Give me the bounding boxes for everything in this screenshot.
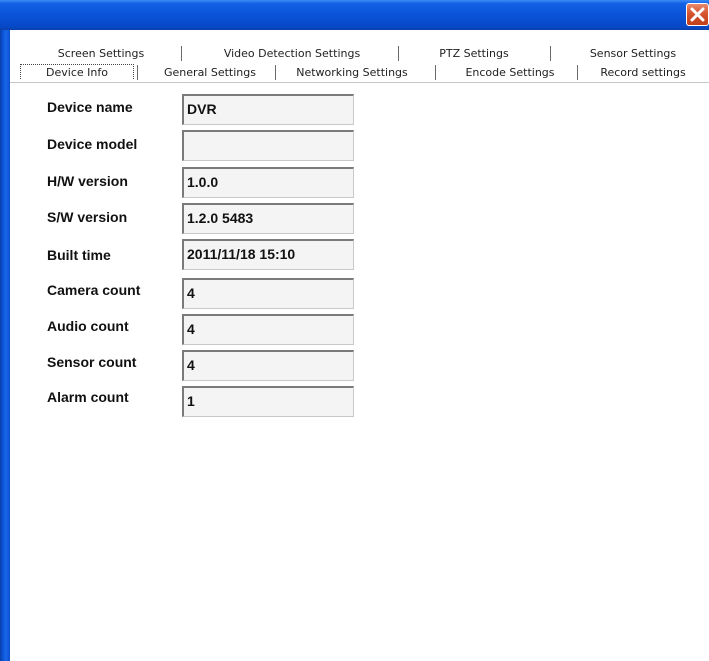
device-model-field[interactable] bbox=[182, 130, 354, 161]
built-time-label: Built time bbox=[47, 247, 111, 263]
device-name-field[interactable]: DVR bbox=[182, 94, 354, 125]
audio-count-field[interactable]: 4 bbox=[182, 314, 354, 345]
tab-separator bbox=[398, 46, 399, 61]
sw-version-label: S/W version bbox=[47, 209, 128, 225]
camera-count-field[interactable]: 4 bbox=[182, 278, 354, 309]
tab-ptz-settings[interactable]: PTZ Settings bbox=[433, 45, 515, 62]
tab-general-settings[interactable]: General Settings bbox=[155, 64, 265, 81]
alarm-count-field[interactable]: 1 bbox=[182, 386, 354, 417]
sensor-count-field[interactable]: 4 bbox=[182, 350, 354, 381]
device-model-label: Device model bbox=[47, 136, 138, 152]
camera-count-label: Camera count bbox=[47, 282, 141, 298]
close-icon bbox=[690, 7, 705, 22]
sensor-count-label: Sensor count bbox=[47, 354, 137, 370]
close-button[interactable] bbox=[686, 3, 709, 26]
hw-version-field[interactable]: 1.0.0 bbox=[182, 167, 354, 198]
built-time-field[interactable]: 2011/11/18 15:10 bbox=[182, 239, 354, 270]
tab-sensor-settings[interactable]: Sensor Settings bbox=[583, 45, 683, 62]
tab-separator bbox=[577, 65, 578, 80]
device-name-label: Device name bbox=[47, 99, 133, 115]
device-settings-window: Screen Settings Video Detection Settings… bbox=[0, 0, 709, 661]
tab-separator bbox=[137, 65, 138, 80]
tab-encode-settings[interactable]: Encode Settings bbox=[455, 64, 565, 81]
audio-count-label: Audio count bbox=[47, 318, 129, 334]
tab-row-front: Device Info General Settings Networking … bbox=[10, 64, 709, 81]
hw-version-label: H/W version bbox=[47, 173, 128, 189]
tab-record-settings[interactable]: Record settings bbox=[593, 64, 693, 81]
sw-version-field[interactable]: 1.2.0 5483 bbox=[182, 203, 354, 234]
tab-separator bbox=[550, 46, 551, 61]
tab-video-detection-settings[interactable]: Video Detection Settings bbox=[217, 45, 367, 62]
title-bar[interactable] bbox=[0, 0, 709, 30]
tab-networking-settings[interactable]: Networking Settings bbox=[288, 64, 416, 81]
tab-separator bbox=[275, 65, 276, 80]
tab-row-back: Screen Settings Video Detection Settings… bbox=[10, 45, 709, 62]
tab-panel-border bbox=[10, 82, 709, 83]
tab-separator bbox=[435, 65, 436, 80]
window-left-border bbox=[0, 30, 10, 661]
tab-separator bbox=[181, 46, 182, 61]
tab-device-info[interactable]: Device Info bbox=[20, 64, 134, 79]
tab-screen-settings[interactable]: Screen Settings bbox=[53, 45, 149, 62]
settings-panel: Screen Settings Video Detection Settings… bbox=[10, 30, 709, 661]
alarm-count-label: Alarm count bbox=[47, 389, 129, 405]
